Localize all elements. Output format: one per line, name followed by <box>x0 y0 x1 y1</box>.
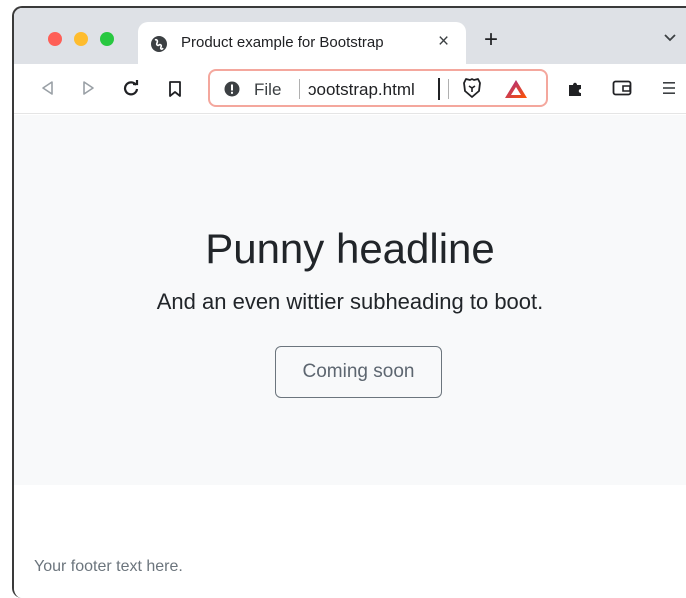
page-content: Punny headline And an even wittier subhe… <box>14 115 686 598</box>
minimize-window-button[interactable] <box>74 32 88 46</box>
brave-rewards-icon[interactable] <box>504 79 528 99</box>
close-window-button[interactable] <box>48 32 62 46</box>
globe-icon <box>151 36 167 52</box>
bookmark-icon[interactable] <box>168 80 182 98</box>
address-bar[interactable]: File ɔootstrap.html <box>208 69 548 107</box>
browser-window: Product example for Bootstrap × + File ɔ… <box>12 6 686 598</box>
page-subheading: And an even wittier subheading to boot. <box>156 289 544 314</box>
tab-strip: Product example for Bootstrap × + <box>14 8 686 64</box>
chevron-down-icon[interactable] <box>664 34 676 42</box>
zoom-window-button[interactable] <box>100 32 114 46</box>
info-icon[interactable] <box>224 81 240 97</box>
tab-close-button[interactable]: × <box>438 32 449 51</box>
extensions-icon[interactable] <box>566 79 584 97</box>
new-tab-button[interactable]: + <box>484 28 498 52</box>
wallet-icon[interactable] <box>612 80 632 96</box>
coming-soon-button[interactable]: Coming soon <box>275 346 442 398</box>
forward-icon[interactable] <box>82 80 96 96</box>
reload-icon[interactable] <box>122 79 140 97</box>
page-headline: Punny headline <box>205 225 495 272</box>
tab-active[interactable]: Product example for Bootstrap × <box>138 22 466 64</box>
text-caret <box>438 78 440 100</box>
back-icon[interactable] <box>40 80 54 96</box>
tab-title: Product example for Bootstrap <box>181 34 384 51</box>
menu-icon[interactable] <box>662 81 676 95</box>
address-url-text[interactable]: ɔootstrap.html <box>308 80 415 100</box>
hero-section: Punny headline And an even wittier subhe… <box>14 115 686 485</box>
browser-toolbar: File ɔootstrap.html <box>14 64 686 114</box>
address-divider <box>448 79 449 99</box>
address-scheme-label: File <box>254 80 282 99</box>
footer-text: Your footer text here. <box>34 558 183 575</box>
brave-shield-icon[interactable] <box>462 77 482 99</box>
address-divider <box>299 79 300 99</box>
